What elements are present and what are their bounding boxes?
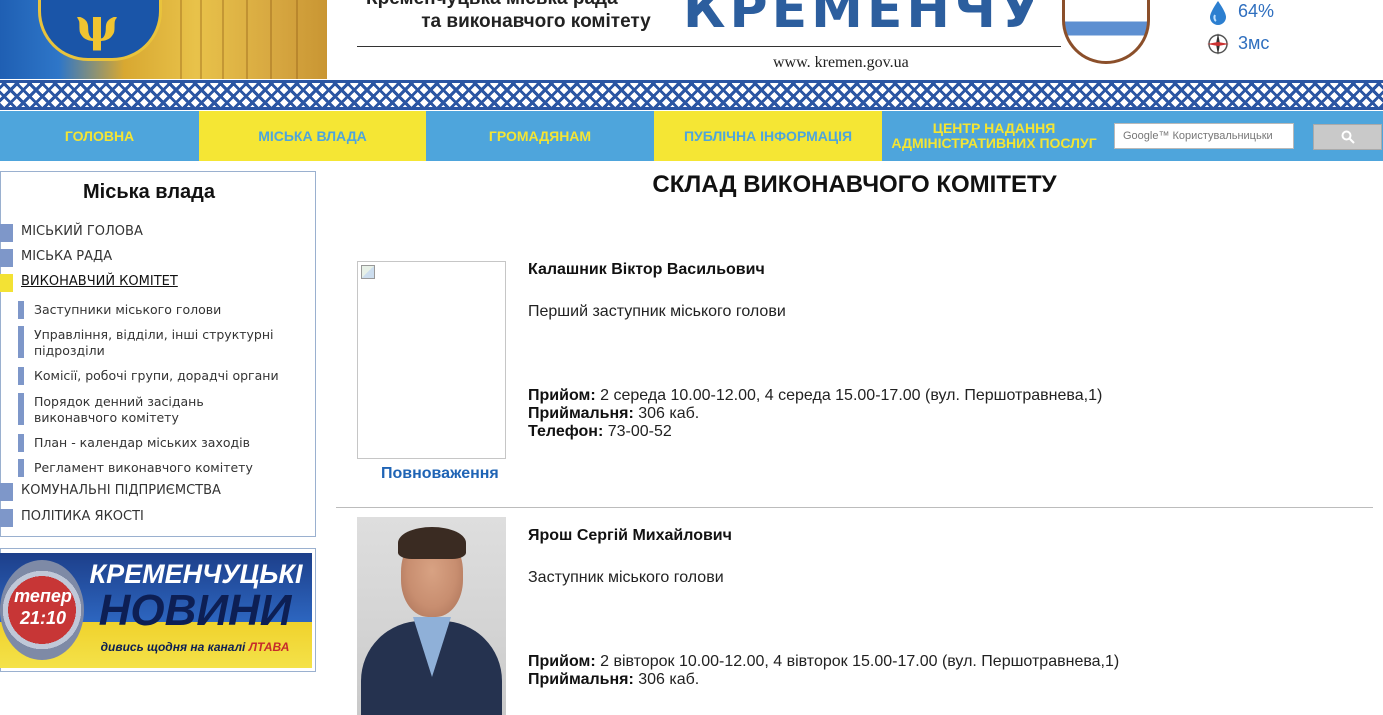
nav-home[interactable]: ГОЛОВНА <box>0 111 199 161</box>
sidebar-item-label: МІСЬКИЙ ГОЛОВА <box>21 224 143 239</box>
news-banner-sub-text: дивись щодня на каналі <box>100 640 246 654</box>
sidebar-title: Міська влада <box>82 181 215 203</box>
humidity-drop-icon <box>1210 1 1226 25</box>
wind-value: 3мс <box>1238 33 1270 53</box>
subitem-bullet <box>18 393 24 425</box>
header-divider <box>357 46 1061 47</box>
sidebar-item-label: КОМУНАЛЬНІ ПІДПРИЄМСТВА <box>21 483 221 498</box>
reception-value: 2 середа 10.00-12.00, 4 середа 15.00-17.… <box>600 387 1103 404</box>
sidebar-item-label: ВИКОНАВЧИЙ КОМІТЕТ <box>21 274 178 289</box>
search-input[interactable]: Google™ Користувальницьки <box>1114 123 1294 149</box>
sidebar-subitem-commissions[interactable]: Комісії, робочі групи, дорадчі органи <box>18 367 288 387</box>
card-divider <box>336 507 1373 508</box>
nav-citizens[interactable]: ГРОМАДЯНАМ <box>426 111 654 161</box>
header-title-line2: та виконавчого комітету <box>421 11 651 32</box>
nav-city-government[interactable]: МІСЬКА ВЛАДА <box>199 111 426 161</box>
phone-label: Телефон: <box>528 423 604 440</box>
subitem-label: Регламент виконавчого комітету <box>34 460 253 475</box>
news-banner-title-top: КРЕМЕНЧУЦЬКІ <box>89 559 303 589</box>
ornament-band <box>0 80 1383 110</box>
reception-label: Прийом: <box>528 653 596 670</box>
reception-row: Прийом: 2 вівторок 10.00-12.00, 4 вівтор… <box>528 653 1119 671</box>
header-title-line1: Кременчуцька міська рада <box>366 0 656 9</box>
news-banner-now-label: тепер <box>14 586 72 606</box>
sidebar-bullet-active <box>0 274 13 292</box>
sidebar-subitem-agenda[interactable]: Порядок денний засідань виконавчого комі… <box>18 393 288 427</box>
subitem-label: Комісії, робочі групи, дорадчі органи <box>34 368 279 383</box>
subitem-bullet <box>18 301 24 319</box>
sidebar-bullet <box>0 483 13 501</box>
subitem-bullet <box>18 434 24 452</box>
wind-compass-icon <box>1207 33 1229 55</box>
news-banner-subtitle: дивись щодня на каналі ЛТАВА <box>84 640 306 654</box>
news-banner-time: тепер 21:10 <box>10 585 76 629</box>
subitem-bullet <box>18 367 24 385</box>
person-info: Прийом: 2 середа 10.00-12.00, 4 середа 1… <box>528 387 1102 441</box>
news-banner-title-main: НОВИНИ <box>98 586 292 635</box>
subitem-bullet <box>18 326 24 358</box>
search-button[interactable] <box>1313 124 1382 150</box>
office-label: Приймальня: <box>528 405 634 422</box>
sidebar-subitem-regulations[interactable]: Регламент виконавчого комітету <box>18 459 288 479</box>
person-card: Повноваження Калашник Віктор Васильович … <box>336 253 1373 509</box>
subitem-bullet <box>18 459 24 477</box>
humidity-value: 64% <box>1238 1 1275 21</box>
person-photo <box>357 261 506 459</box>
office-row: Приймальня: 306 каб. <box>528 671 1119 689</box>
person-name: Ярош Сергій Михайлович <box>528 527 732 544</box>
reception-value: 2 вівторок 10.00-12.00, 4 вівторок 15.00… <box>600 653 1120 670</box>
person-role: Заступник міського голови <box>528 569 724 586</box>
sidebar-bullet <box>0 224 13 242</box>
news-banner-time-value: 21:10 <box>19 608 67 628</box>
nav-admin-services[interactable]: ЦЕНТР НАДАННЯ АДМІНІСТРАТИВНИХ ПОСЛУГ <box>882 111 1106 161</box>
sidebar-bullet <box>0 509 13 527</box>
page-title: СКЛАД ВИКОНАВЧОГО КОМІТЕТУ <box>652 171 1057 198</box>
city-logo-text: КРЕМЕНЧУК <box>683 0 1033 36</box>
sidebar-bullet <box>0 249 13 267</box>
person-photo <box>357 517 506 715</box>
reception-row: Прийом: 2 середа 10.00-12.00, 4 середа 1… <box>528 387 1102 405</box>
person-name: Калашник Віктор Васильович <box>528 261 765 278</box>
broken-image-icon <box>361 265 375 279</box>
office-row: Приймальня: 306 каб. <box>528 405 1102 423</box>
site-url[interactable]: www. kremen.gov.ua <box>773 54 909 72</box>
subitem-label: Заступники міського голови <box>34 302 222 317</box>
person-role: Перший заступник міського голови <box>528 303 786 320</box>
reception-label: Прийом: <box>528 387 596 404</box>
search-icon <box>1341 130 1355 144</box>
subitem-label: План - календар міських заходів <box>34 435 250 450</box>
subitem-label: Управління, відділи, інші структурні під… <box>34 327 274 358</box>
office-label: Приймальня: <box>528 671 634 688</box>
sidebar-subitem-calendar[interactable]: План - календар міських заходів <box>18 434 288 454</box>
sidebar-subitem-deputies[interactable]: Заступники міського голови <box>18 301 288 321</box>
office-value: 306 каб. <box>638 671 700 688</box>
subitem-label: Порядок денний засідань виконавчого комі… <box>34 394 204 425</box>
sidebar-item-label: МІСЬКА РАДА <box>21 249 113 264</box>
office-value: 306 каб. <box>638 405 700 422</box>
phone-row: Телефон: 73-00-52 <box>528 423 1102 441</box>
sidebar-item-label: ПОЛІТИКА ЯКОСТІ <box>21 509 144 524</box>
powers-link[interactable]: Повноваження <box>381 465 499 483</box>
news-banner-channel: ЛТАВА <box>248 640 290 654</box>
phone-value: 73-00-52 <box>607 423 672 440</box>
person-photo-hair <box>398 527 466 559</box>
trident-icon: ψ <box>75 0 119 52</box>
sidebar-subitem-departments[interactable]: Управління, відділи, інші структурні під… <box>18 326 288 360</box>
nav-public-info[interactable]: ПУБЛІЧНА ІНФОРМАЦІЯ <box>654 111 882 161</box>
person-card: Ярош Сергій Михайлович Заступник міськог… <box>336 517 1373 715</box>
